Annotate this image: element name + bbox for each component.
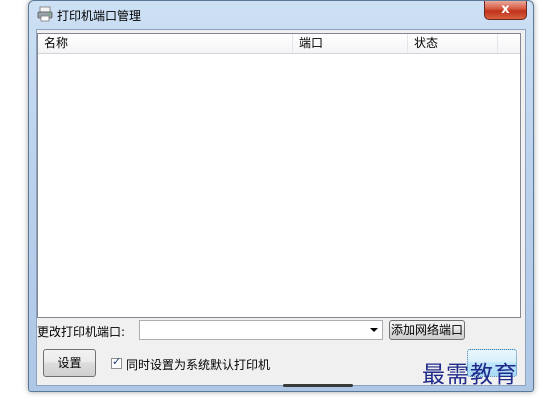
- chevron-down-icon[interactable]: [370, 328, 378, 332]
- printer-list[interactable]: 名称 端口 状态: [37, 33, 521, 318]
- checkmark-icon: ✓: [112, 355, 122, 368]
- taskbar-strip: [283, 384, 353, 387]
- watermark-text: 最需教育: [422, 362, 518, 388]
- set-default-checkbox[interactable]: ✓: [111, 355, 122, 369]
- port-select[interactable]: [139, 320, 383, 340]
- change-port-label: 更改打印机端口:: [37, 325, 126, 339]
- window-title: 打印机端口管理: [57, 9, 142, 23]
- close-icon: x: [501, 2, 510, 17]
- client-area: 名称 端口 状态 更改打印机端口: 添加网络端口 设置 ✓ 同时设置为系统默认打…: [36, 29, 526, 386]
- column-header-name[interactable]: 名称: [38, 34, 293, 53]
- add-network-port-button[interactable]: 添加网络端口: [389, 320, 465, 340]
- list-header: 名称 端口 状态: [38, 34, 520, 54]
- change-port-row: 更改打印机端口: 添加网络端口: [37, 318, 521, 342]
- column-header-status[interactable]: 状态: [408, 34, 498, 53]
- printer-port-manager-window: 打印机端口管理 x 名称 端口 状态 更改打印机端口: 添加网络端口 设置 ✓ …: [28, 0, 534, 392]
- column-header-filler: [498, 34, 520, 53]
- settings-button[interactable]: 设置: [43, 349, 96, 377]
- close-button[interactable]: x: [484, 1, 527, 20]
- printer-icon: [37, 6, 53, 22]
- title-bar[interactable]: 打印机端口管理 x: [29, 1, 533, 29]
- set-default-checkbox-label[interactable]: 同时设置为系统默认打印机: [126, 356, 270, 373]
- column-header-port[interactable]: 端口: [293, 34, 408, 53]
